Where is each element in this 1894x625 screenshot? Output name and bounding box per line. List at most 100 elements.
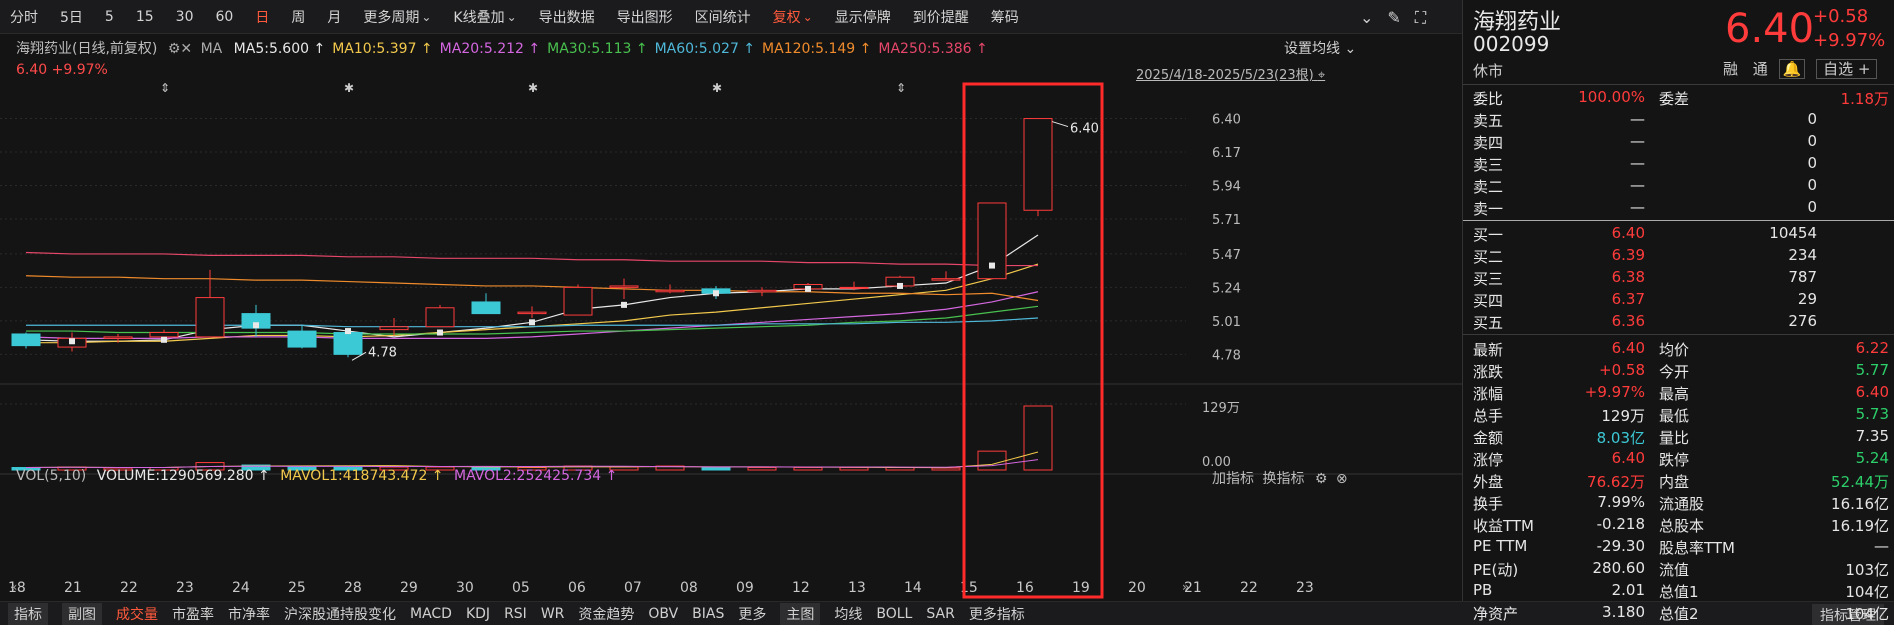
stat-label: 涨幅	[1473, 385, 1504, 403]
toolbar-item-4[interactable]: 30	[176, 9, 194, 25]
bid-volume: 234	[1788, 246, 1817, 264]
candle-body	[333, 332, 363, 355]
bottom-tab-7[interactable]: KDJ	[466, 606, 490, 622]
switch-indicator-button[interactable]: 换指标	[1262, 471, 1304, 487]
stat-row: 总手 129万 最低 5.73	[1463, 403, 1894, 425]
collapse-icon[interactable]: ⌄	[1360, 8, 1373, 28]
stat-label: 均价	[1659, 341, 1690, 359]
toolbar-item-13[interactable]: 区间统计	[695, 7, 751, 27]
stat-label: 最新	[1473, 341, 1504, 359]
price-tick-label: 5.71	[1212, 213, 1241, 228]
toolbar-item-12[interactable]: 导出图形	[617, 7, 673, 27]
fullscreen-icon[interactable]: ⛶	[1415, 8, 1426, 28]
gear-icon[interactable]: ⚙	[1315, 471, 1328, 487]
toolbar-item-5[interactable]: 60	[216, 9, 234, 25]
scroll-right-icon[interactable]: »	[1182, 580, 1189, 594]
stat-value: 6.40	[1611, 339, 1645, 357]
bid-label: 买五	[1473, 314, 1504, 332]
bottom-tab-11[interactable]: OBV	[648, 606, 678, 622]
ask-price: —	[1630, 110, 1645, 128]
bottom-tab-2[interactable]: 成交量	[116, 604, 158, 624]
candle-body	[379, 326, 409, 331]
toolbar-item-14[interactable]: 复权	[773, 7, 801, 27]
candle-body	[747, 289, 777, 293]
price-tick-label: 5.01	[1212, 315, 1241, 330]
candle-body	[149, 332, 179, 338]
panel-tags: 融 通 🔔 自选 +	[1723, 58, 1878, 79]
toolbar-item-17[interactable]: 筹码	[991, 7, 1019, 27]
toolbar-item-6[interactable]: 日	[255, 7, 269, 27]
toolbar-item-7[interactable]: 周	[291, 7, 305, 27]
scroll-left-icon[interactable]: «	[10, 580, 17, 594]
stat-value: —	[1874, 537, 1889, 555]
volume-bar	[747, 467, 777, 471]
bottom-tab-10[interactable]: 资金趋势	[578, 604, 634, 624]
weibi-row: 委比 100.00% 委差 1.18万	[1463, 86, 1894, 108]
bottom-tab-9[interactable]: WR	[541, 606, 565, 622]
toolbar-item-11[interactable]: 导出数据	[539, 7, 595, 27]
toolbar-item-1[interactable]: 5日	[60, 7, 83, 27]
stat-label: PE TTM	[1473, 537, 1528, 555]
watchlist-button[interactable]: 自选 +	[1816, 59, 1878, 79]
toolbar-item-0[interactable]: 分时	[10, 7, 38, 27]
bottom-tab-6[interactable]: MACD	[410, 606, 452, 622]
stat-label: 涨停	[1473, 451, 1504, 469]
ask-row: 卖四 — 0	[1463, 130, 1894, 152]
ma5-marker	[897, 282, 903, 289]
bottom-tab-12[interactable]: BIAS	[692, 606, 724, 622]
bottom-tab-5[interactable]: 沪深股通持股变化	[284, 604, 396, 624]
toolbar-item-9[interactable]: 更多周期	[363, 7, 419, 27]
price-tick-label: 5.24	[1212, 281, 1241, 296]
stat-label: 总值2	[1659, 605, 1699, 623]
stat-label: 净资产	[1473, 605, 1519, 623]
stat-row: 金额 8.03亿 量比 7.35	[1463, 425, 1894, 447]
kline-chart-area[interactable]: 海翔药业(日线,前复权) ⚙✕ MA MA5:5.600 ↑ MA10:5.397…	[0, 34, 1462, 601]
date-tick-label: 08	[680, 580, 698, 596]
event-marker-icon: ✱	[712, 81, 722, 95]
toolbar-item-16[interactable]: 到价提醒	[913, 7, 969, 27]
bottom-tab-1[interactable]: 副图	[62, 602, 102, 625]
bottom-tab-3[interactable]: 市盈率	[172, 604, 214, 624]
bottom-tab-4[interactable]: 市净率	[228, 604, 270, 624]
candle-body	[655, 289, 685, 293]
stat-row: PE TTM -29.30 股息率TTM —	[1463, 535, 1894, 557]
close-icon[interactable]: ⊗	[1336, 471, 1348, 487]
bell-icon[interactable]: 🔔	[1778, 59, 1806, 79]
candle-body	[425, 307, 455, 328]
stat-value: +9.97%	[1584, 383, 1645, 401]
stock-code: 002099	[1473, 32, 1550, 56]
add-indicator-button[interactable]: 加指标	[1212, 471, 1254, 487]
ma5-marker	[437, 329, 443, 336]
bottom-tab-18[interactable]: 更多指标	[969, 604, 1025, 624]
bottom-tab-0[interactable]: 指标	[8, 602, 48, 625]
price-tick-label: 4.78	[1212, 348, 1241, 363]
date-tick-label: 29	[400, 580, 418, 596]
toolbar-item-8[interactable]: 月	[327, 7, 341, 27]
ma5-marker	[253, 322, 259, 329]
bottom-tab-15[interactable]: 均线	[834, 604, 862, 624]
mavol2-value: MAVOL2:252425.734 ↑	[454, 468, 618, 484]
bottom-tab-13[interactable]: 更多	[738, 604, 766, 624]
date-tick-label: 06	[568, 580, 586, 596]
bottom-tab-16[interactable]: BOLL	[876, 606, 912, 622]
bottom-tab-14[interactable]: 主图	[780, 602, 821, 625]
toolbar-item-2[interactable]: 5	[105, 9, 114, 25]
date-tick-label: 16	[1016, 580, 1034, 596]
date-tick-label: 12	[792, 580, 810, 596]
pen-icon[interactable]: ✎	[1387, 8, 1400, 28]
ask-volume: 0	[1807, 154, 1817, 172]
toolbar-item-15[interactable]: 显示停牌	[835, 7, 891, 27]
price-tick-label: 6.17	[1212, 146, 1241, 161]
bottom-tab-17[interactable]: SAR	[926, 606, 954, 622]
bottom-tab-8[interactable]: RSI	[504, 606, 527, 622]
bid-price: 6.37	[1611, 290, 1645, 308]
toolbar-item-10[interactable]: K线叠加	[453, 7, 504, 27]
mavol1-value: MAVOL1:418743.472 ↑	[280, 468, 444, 484]
bid-volume: 29	[1797, 290, 1817, 308]
toolbar-item-3[interactable]: 15	[136, 9, 154, 25]
stat-label: 流通股	[1659, 495, 1705, 513]
stat-value: 6.40	[1611, 449, 1645, 467]
vol-info-line: VOL(5,10) VOLUME:1290569.280 ↑ MAVOL1:41…	[16, 468, 617, 484]
stat-value: 104亿	[1845, 605, 1889, 623]
kline-svg: 6.406.175.945.715.475.245.014.78129万0.00…	[0, 81, 1462, 599]
